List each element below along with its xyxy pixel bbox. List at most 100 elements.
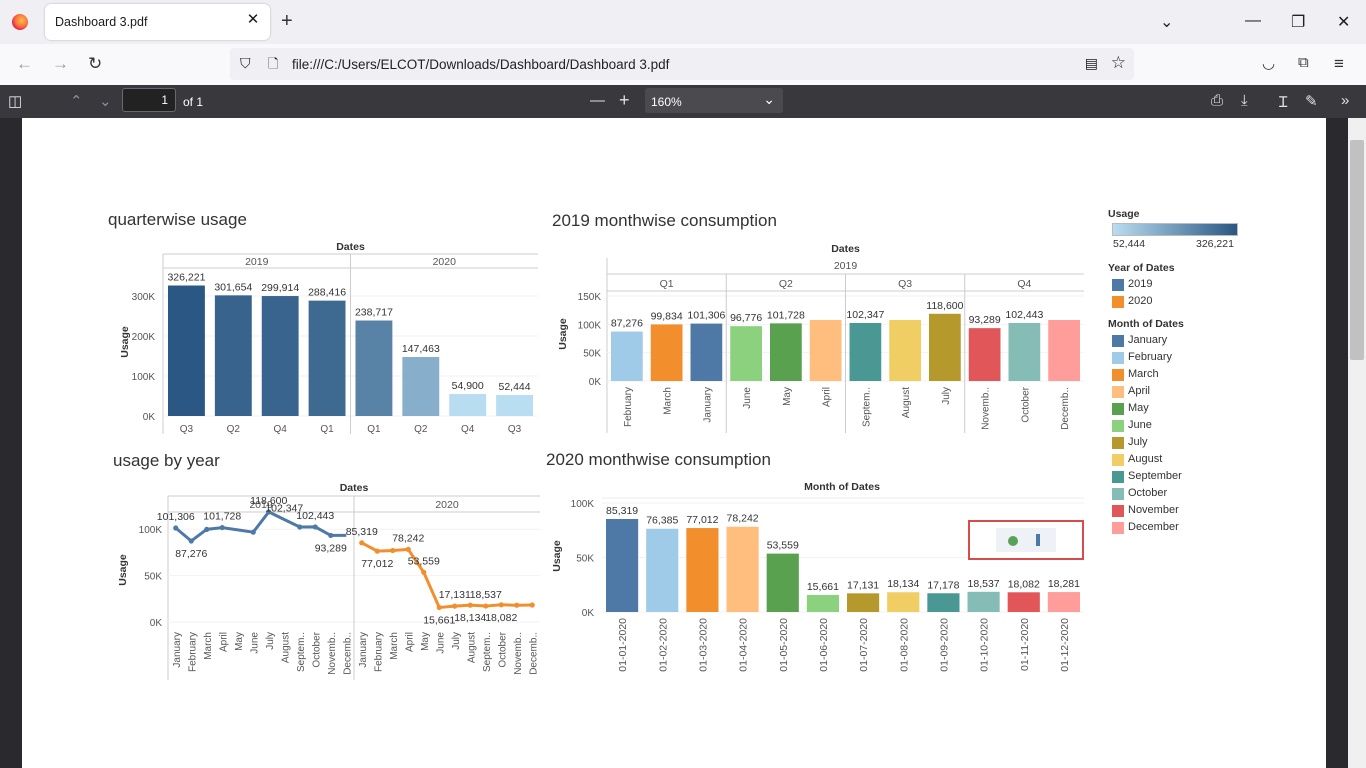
scrollbar[interactable] bbox=[1348, 118, 1366, 768]
y-tick-label: 100K bbox=[132, 372, 156, 383]
zoom-in-icon[interactable]: + bbox=[619, 90, 630, 111]
month-bar bbox=[887, 592, 920, 612]
month-legend-item[interactable]: January bbox=[1108, 333, 1258, 350]
month-legend-item[interactable]: August bbox=[1108, 452, 1258, 469]
extensions-icon[interactable]: ⧉ bbox=[1298, 54, 1309, 71]
data-label: 15,661 bbox=[423, 614, 455, 626]
month-legend-item[interactable]: February bbox=[1108, 350, 1258, 367]
tools-menu-icon[interactable]: » bbox=[1341, 92, 1349, 109]
x-tick-label: 01-09-2020 bbox=[938, 618, 950, 672]
x-tick-label: Q1 bbox=[320, 424, 334, 435]
data-label: 76,385 bbox=[646, 515, 678, 527]
close-window-icon[interactable]: ✕ bbox=[1337, 12, 1350, 32]
x-tick-label: 01-02-2020 bbox=[657, 618, 669, 672]
data-label: 147,463 bbox=[402, 343, 440, 355]
quarterwise-usage-chart: Dates Usage 0K 100K 200K 300K 2019 326,221 Q3 301… bbox=[119, 241, 538, 435]
y-tick-label: 200K bbox=[132, 332, 156, 343]
legend-label: February bbox=[1128, 351, 1173, 363]
data-point bbox=[421, 569, 427, 575]
menu-icon[interactable]: ≡ bbox=[1334, 54, 1344, 74]
page-number-input[interactable]: 1 bbox=[122, 88, 176, 112]
quarter-bar bbox=[449, 394, 487, 416]
month-legend-item[interactable]: March bbox=[1108, 367, 1258, 384]
data-label: 18,082 bbox=[1008, 578, 1040, 590]
x-tick-label: March bbox=[389, 632, 400, 660]
reload-icon[interactable]: ↻ bbox=[88, 54, 102, 74]
restore-icon[interactable]: ❐ bbox=[1291, 12, 1305, 32]
zoom-select[interactable]: 160% ⌄ bbox=[645, 88, 783, 113]
minimize-icon[interactable]: — bbox=[1245, 12, 1261, 30]
download-icon[interactable]: ⤓ bbox=[1241, 92, 1248, 109]
data-point bbox=[514, 602, 520, 608]
quarter-bar bbox=[496, 395, 533, 416]
pocket-icon[interactable]: ◡ bbox=[1262, 54, 1275, 72]
shield-icon[interactable]: ⛉ bbox=[240, 55, 251, 72]
x-tick-label: March bbox=[203, 632, 214, 660]
data-point bbox=[436, 604, 442, 611]
thumbnail-preview[interactable] bbox=[968, 520, 1084, 560]
legend-swatch bbox=[1112, 279, 1124, 291]
x-tick-label: 01-06-2020 bbox=[818, 618, 830, 672]
legend-label: August bbox=[1128, 453, 1163, 465]
pane-header: 2020 bbox=[433, 256, 457, 268]
legend-label: May bbox=[1128, 402, 1149, 414]
month-legend-item[interactable]: July bbox=[1108, 435, 1258, 452]
text-tool-icon[interactable]: Ɪ bbox=[1279, 92, 1287, 112]
print-icon[interactable]: ⎙ bbox=[1211, 92, 1223, 109]
zoom-out-icon[interactable]: — bbox=[590, 92, 605, 109]
year-legend-title: Year of Dates bbox=[1108, 262, 1175, 274]
scrollbar-thumb[interactable] bbox=[1350, 140, 1364, 360]
data-label: 18,134 bbox=[454, 612, 486, 624]
close-tab-icon[interactable]: ✕ bbox=[244, 11, 262, 29]
url-bar[interactable]: ⛉ 🗋 file:///C:/Users/ELCOT/Downloads/Das… bbox=[230, 48, 1134, 80]
data-point bbox=[359, 540, 365, 546]
usage-max: 326,221 bbox=[1196, 238, 1234, 250]
quarter-bar bbox=[168, 285, 205, 416]
list-tabs-icon[interactable]: ⌄ bbox=[1160, 12, 1173, 32]
year-legend-item[interactable]: 2020 bbox=[1108, 294, 1258, 311]
legend-swatch bbox=[1112, 488, 1124, 500]
chart-header: Month of Dates bbox=[804, 481, 880, 493]
month-legend-item[interactable]: November bbox=[1108, 503, 1258, 520]
x-tick-label: 01-08-2020 bbox=[898, 618, 910, 672]
usage-gradient bbox=[1112, 223, 1238, 236]
month-legend-item[interactable]: April bbox=[1108, 384, 1258, 401]
y-tick-label: 0K bbox=[143, 412, 156, 423]
chart-header: Dates bbox=[340, 482, 369, 494]
month-legend-item[interactable]: October bbox=[1108, 486, 1258, 503]
data-label: 299,914 bbox=[261, 282, 299, 294]
x-tick-label: 01-01-2020 bbox=[617, 618, 629, 672]
month-bar bbox=[847, 593, 880, 612]
legend-label: 2020 bbox=[1128, 295, 1153, 307]
file-icon: 🗋 bbox=[268, 56, 279, 71]
x-tick-label: June bbox=[249, 632, 260, 654]
draw-tool-icon[interactable]: ✎ bbox=[1305, 92, 1318, 110]
data-label: 101,728 bbox=[767, 309, 805, 321]
forward-icon[interactable]: → bbox=[52, 54, 69, 74]
y-tick-label: 150K bbox=[578, 292, 602, 303]
sidebar-toggle-icon[interactable]: ◫ bbox=[8, 92, 22, 110]
data-label: 102,443 bbox=[296, 510, 334, 522]
tab-dashboard-pdf[interactable]: Dashboard 3.pdf ✕ bbox=[45, 4, 270, 40]
new-tab-button[interactable]: + bbox=[281, 11, 293, 31]
reader-view-icon[interactable]: ▤ bbox=[1085, 55, 1098, 72]
url-text[interactable]: file:///C:/Users/ELCOT/Downloads/Dashboa… bbox=[292, 57, 669, 72]
data-label: 18,537 bbox=[470, 589, 502, 601]
month-legend-item[interactable]: May bbox=[1108, 401, 1258, 418]
previous-page-icon[interactable]: ⌃ bbox=[70, 92, 83, 110]
year-legend-item[interactable]: 2019 bbox=[1108, 277, 1258, 294]
data-label: 77,012 bbox=[361, 558, 393, 570]
firefox-icon[interactable] bbox=[12, 14, 28, 30]
month-legend-item[interactable]: December bbox=[1108, 520, 1258, 537]
data-point bbox=[452, 603, 458, 609]
data-point bbox=[219, 524, 225, 531]
back-icon[interactable]: ← bbox=[16, 54, 33, 74]
data-label: 101,306 bbox=[157, 511, 195, 523]
bookmark-star-icon[interactable]: ☆ bbox=[1111, 53, 1126, 73]
month-legend-item[interactable]: September bbox=[1108, 469, 1258, 486]
month-bar bbox=[849, 323, 882, 381]
quarter-header: Q1 bbox=[660, 278, 674, 290]
next-page-icon[interactable]: ⌄ bbox=[99, 92, 112, 110]
legend-label: September bbox=[1128, 470, 1182, 482]
month-legend-item[interactable]: June bbox=[1108, 418, 1258, 435]
